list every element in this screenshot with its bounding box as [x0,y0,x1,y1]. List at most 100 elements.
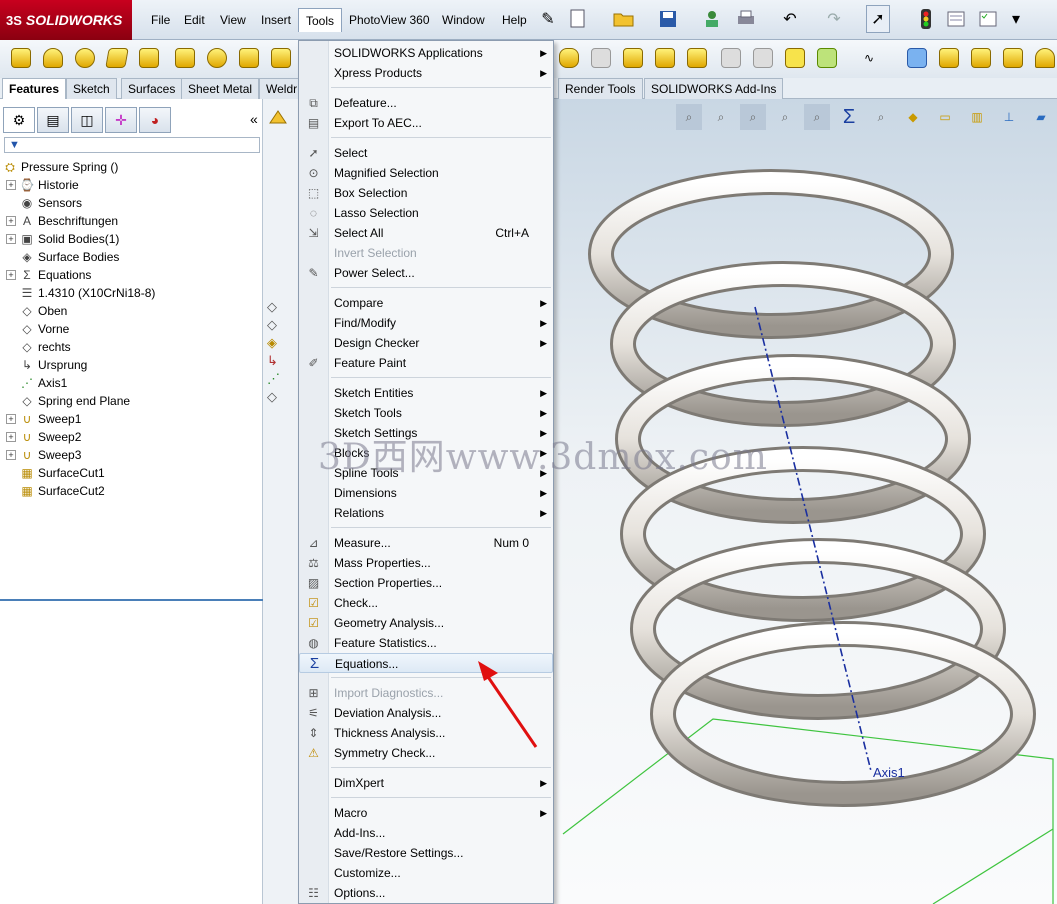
menu-item-design-checker[interactable]: Design Checker ▶ [299,333,553,353]
menu-item-feature-statistics[interactable]: ◍ Feature Statistics... [299,633,553,653]
apply-scene-icon[interactable]: ▥ [964,104,990,130]
tree-item[interactable]: ☰ 1.4310 (X10CrNi18-8) [6,284,156,302]
menu-item-compare[interactable]: Compare ▶ [299,293,553,313]
boundary-boss-icon[interactable] [136,44,162,72]
cube-view-icon[interactable]: ▰ [1028,104,1054,130]
menu-item-magnified-selection[interactable]: ⊙ Magnified Selection [299,163,553,183]
menu-item-feature-paint[interactable]: ✐ Feature Paint [299,353,553,373]
revolved-boss-icon[interactable] [40,44,66,72]
menu-item-power-select[interactable]: ✎ Power Select... [299,263,553,283]
menu-file[interactable]: File [144,8,177,32]
shell-icon[interactable] [684,44,710,72]
chamfer-icon[interactable] [620,44,646,72]
expand-icon[interactable]: + [6,180,16,190]
menu-item-lasso-selection[interactable]: ◌ Lasso Selection [299,203,553,223]
fillet-gray-icon[interactable] [588,44,614,72]
menu-item-add-ins[interactable]: Add-Ins... [299,823,553,843]
origin-visibility-icon[interactable]: ↳ [267,353,289,371]
menu-insert[interactable]: Insert [254,8,298,32]
show-display-pane-icon[interactable] [267,107,289,129]
menu-item-geometry-analysis[interactable]: ☑ Geometry Analysis... [299,613,553,633]
menu-window[interactable]: Window [435,8,492,32]
menu-item-sketch-tools[interactable]: Sketch Tools ▶ [299,403,553,423]
file-properties-icon[interactable] [700,5,724,33]
plane-visibility-icon[interactable]: ◇ [267,299,289,317]
new-document-icon[interactable] [566,5,590,33]
cylinder-icon[interactable] [556,44,582,72]
menu-item-solidworks-applications[interactable]: SOLIDWORKS Applications ▶ [299,43,553,63]
tree-item[interactable]: ↳ Ursprung [6,356,87,374]
tree-item[interactable]: + ∪ Sweep3 [6,446,81,464]
undo-icon[interactable]: ↶ [778,5,802,33]
curves-icon[interactable]: ∿ [856,44,882,72]
tree-item[interactable]: ◇ Vorne [6,320,69,338]
expand-icon[interactable]: + [6,414,16,424]
zoom-to-fit-icon[interactable]: ⌕ [676,104,702,130]
boss-dome-icon[interactable] [936,44,962,72]
rebuild-traffic-light-icon[interactable] [914,5,938,33]
menu-tools[interactable]: Tools [298,8,343,32]
tree-item[interactable]: ◉ Sensors [6,194,82,212]
previous-view-icon[interactable]: ⌕ [740,104,766,130]
menu-item-defeature[interactable]: ⧉ Defeature... [299,93,553,113]
pin-icon[interactable]: ✎ [536,5,560,33]
solidworks-logo[interactable]: 3S SOLIDWORKS [0,0,132,40]
plane-visibility-icon[interactable]: ◇ [267,389,289,407]
plane-visibility-icon[interactable]: ◈ [267,335,289,353]
menu-item-check[interactable]: ☑ Check... [299,593,553,613]
tree-item[interactable]: + ∪ Sweep2 [6,428,81,446]
menu-item-measure[interactable]: ⊿ Measure... Num 0 [299,533,553,553]
menu-item-find-modify[interactable]: Find/Modify ▶ [299,313,553,333]
expand-icon[interactable]: + [6,450,16,460]
menu-view[interactable]: View [213,8,253,32]
menu-item-select[interactable]: ➚ Select [299,143,553,163]
menu-item-select-all[interactable]: ⇲ Select All Ctrl+A [299,223,553,243]
collapse-panel-icon[interactable]: « [250,111,258,127]
menu-item-macro[interactable]: Macro ▶ [299,803,553,823]
tree-item[interactable]: + ▣ Solid Bodies(1) [6,230,119,248]
menu-item-dimxpert[interactable]: DimXpert ▶ [299,773,553,793]
menu-item-customize[interactable]: Customize... [299,863,553,883]
expand-icon[interactable]: + [6,234,16,244]
featuremanager-tab-icon[interactable]: ⚙ [3,107,35,133]
tab-surfaces[interactable]: Surfaces [121,78,183,99]
wrap-gray-icon[interactable] [750,44,776,72]
reference-geometry-icon[interactable] [814,44,840,72]
menu-item-relations[interactable]: Relations ▶ [299,503,553,523]
tab-sketch[interactable]: Sketch [66,78,117,99]
open-folder-icon[interactable] [612,5,636,33]
display-style-icon[interactable]: ⌕ [868,104,894,130]
expand-icon[interactable]: + [6,216,16,226]
tree-item[interactable]: ◇ Oben [6,302,67,320]
tab-solidworks-addins[interactable]: SOLIDWORKS Add-Ins [644,78,784,99]
menu-item-mass-properties[interactable]: ⚖ Mass Properties... [299,553,553,573]
hole-wizard-icon[interactable] [204,44,230,72]
dome-icon[interactable] [1032,44,1057,72]
tree-item[interactable]: ⋰ Axis1 [6,374,67,392]
instant3d-icon[interactable] [904,44,930,72]
swept-cut-icon[interactable] [268,44,294,72]
axis-label[interactable]: Axis1 [873,765,905,780]
edit-appearance-icon[interactable]: ▭ [932,104,958,130]
view-settings-icon[interactable]: ⊥ [996,104,1022,130]
tree-item[interactable]: + ⌚ Historie [6,176,79,194]
lofted-boss-icon[interactable] [104,44,130,72]
expand-icon[interactable]: + [6,432,16,442]
save-icon[interactable] [656,5,680,33]
menu-item-sketch-entities[interactable]: Sketch Entities ▶ [299,383,553,403]
tree-item[interactable]: ▦ SurfaceCut2 [6,482,104,500]
menu-edit[interactable]: Edit [177,8,212,32]
menu-item-box-selection[interactable]: ⬚ Box Selection [299,183,553,203]
section-view-icon[interactable]: ⌕ [772,104,798,130]
swept-boss-icon[interactable] [72,44,98,72]
tab-features[interactable]: Features [2,78,67,99]
menu-photoview[interactable]: PhotoView 360 [342,8,437,32]
tab-sheet-metal[interactable]: Sheet Metal [181,78,260,99]
print-icon[interactable] [734,5,758,33]
move-face-icon[interactable] [968,44,994,72]
tree-item[interactable]: ◈ Surface Bodies [6,248,119,266]
tree-item[interactable]: + ∪ Sweep1 [6,410,81,428]
tree-rollback-bar[interactable] [0,599,263,601]
menu-item-export-to-aec[interactable]: ▤ Export To AEC... [299,113,553,133]
dimxpert-tab-icon[interactable]: ✛ [105,107,137,133]
